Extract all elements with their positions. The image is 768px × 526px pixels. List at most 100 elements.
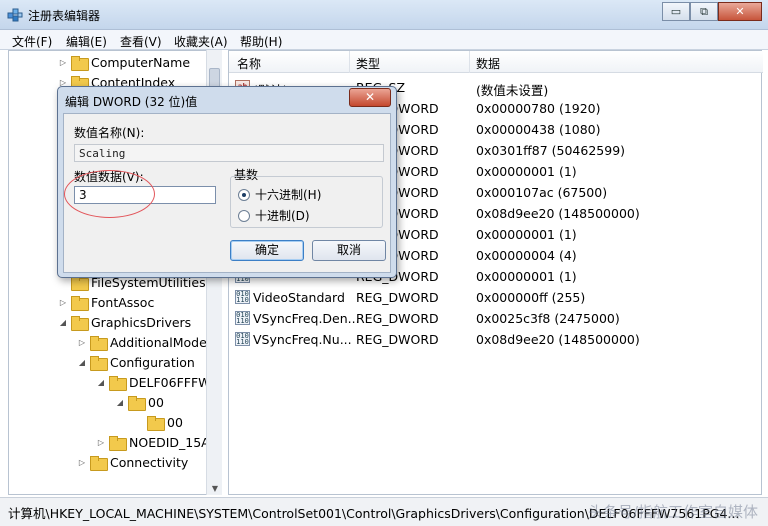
value-type: REG_DWORD bbox=[356, 290, 439, 305]
folder-icon bbox=[90, 335, 108, 351]
list-header: 名称 类型 数据 bbox=[229, 51, 763, 73]
value-data: 0x08d9ee20 (148500000) bbox=[476, 206, 640, 221]
tree-item[interactable]: ◢ GraphicsDrivers bbox=[57, 312, 191, 332]
collapsed-arrow-icon[interactable]: ▷ bbox=[76, 338, 88, 347]
radio-unselected-icon[interactable] bbox=[238, 209, 250, 222]
collapsed-arrow-icon[interactable]: ▷ bbox=[95, 438, 107, 447]
radio-decimal[interactable]: 十进制(D) bbox=[238, 207, 310, 224]
tree-item-label: GraphicsDrivers bbox=[91, 314, 192, 330]
regedit-icon bbox=[7, 8, 23, 22]
folder-icon bbox=[90, 455, 108, 471]
collapsed-arrow-icon[interactable]: ▷ bbox=[57, 58, 69, 67]
value-name: VSyncFreq.Den... bbox=[253, 311, 360, 326]
close-button[interactable]: ✕ bbox=[718, 2, 762, 21]
highlight-circle bbox=[64, 170, 155, 218]
tree-item-label: 00 bbox=[148, 394, 164, 410]
folder-icon bbox=[71, 295, 89, 311]
binary-value-icon: 010 110 bbox=[235, 332, 250, 346]
tree-item-label: Connectivity bbox=[110, 454, 189, 470]
list-row[interactable]: 010 110 VSyncFreq.Den... REG_DWORD 0x0025c3… bbox=[229, 308, 763, 329]
tree-item[interactable]: ▷ AdditionalMode bbox=[76, 332, 207, 352]
dialog-title: 编辑 DWORD (32 位)值 bbox=[65, 95, 198, 109]
restore-icon: ⧉ bbox=[700, 4, 708, 18]
ok-button[interactable]: 确定 bbox=[230, 240, 304, 261]
value-name: VideoStandard bbox=[253, 290, 345, 305]
collapsed-arrow-icon[interactable]: ▷ bbox=[57, 298, 69, 307]
menu-bar: 文件(F) 编辑(E) 查看(V) 收藏夹(A) 帮助(H) bbox=[0, 30, 768, 50]
value-data: (数值未设置) bbox=[476, 83, 549, 98]
folder-icon bbox=[147, 415, 165, 431]
tree-item[interactable]: ◢ 00 bbox=[114, 392, 164, 412]
title-bar: 注册表编辑器 ▭ ⧉ ✕ bbox=[0, 0, 768, 30]
window-controls: ▭ ⧉ ✕ bbox=[662, 2, 762, 22]
column-data[interactable]: 数据 bbox=[476, 55, 500, 72]
tree-item[interactable]: 00 bbox=[133, 412, 183, 432]
tree-item[interactable]: ▷ ComputerName bbox=[57, 52, 190, 72]
value-name: VSyncFreq.Nu... bbox=[253, 332, 352, 347]
expanded-arrow-icon[interactable]: ◢ bbox=[57, 318, 69, 327]
tree-item-label: AdditionalMode bbox=[110, 334, 207, 350]
folder-icon bbox=[90, 355, 108, 371]
value-data: 0x000107ac (67500) bbox=[476, 185, 608, 200]
collapsed-arrow-icon[interactable]: ▷ bbox=[76, 458, 88, 467]
expanded-arrow-icon[interactable]: ◢ bbox=[95, 378, 107, 387]
tree-item-label: FontAssoc bbox=[91, 294, 155, 310]
tree-item[interactable]: ▷ Connectivity bbox=[76, 452, 188, 472]
minimize-button[interactable]: ▭ bbox=[662, 2, 690, 21]
expanded-arrow-icon[interactable]: ◢ bbox=[76, 358, 88, 367]
value-data: 0x00000438 (1080) bbox=[476, 122, 601, 137]
dialog-close-button[interactable]: ✕ bbox=[349, 88, 391, 107]
tree-item[interactable]: ▷ FontAssoc bbox=[57, 292, 154, 312]
column-name[interactable]: 名称 bbox=[237, 55, 261, 72]
column-type[interactable]: 类型 bbox=[356, 55, 380, 72]
menu-view[interactable]: 查看(V) bbox=[120, 33, 162, 50]
maximize-button[interactable]: ⧉ bbox=[690, 2, 718, 21]
menu-favorites[interactable]: 收藏夹(A) bbox=[174, 33, 228, 50]
close-icon: ✕ bbox=[364, 90, 376, 104]
value-data: 0x00000001 (1) bbox=[476, 227, 577, 242]
value-name-field: Scaling bbox=[74, 144, 384, 162]
binary-value-icon: 010 110 bbox=[235, 290, 250, 304]
value-type: REG_DWORD bbox=[356, 332, 439, 347]
menu-file[interactable]: 文件(F) bbox=[12, 33, 52, 50]
radio-selected-icon[interactable] bbox=[238, 188, 250, 201]
tree-item[interactable]: ▷ NOEDID_15A bbox=[95, 432, 210, 452]
value-data: 0x00000001 (1) bbox=[476, 164, 577, 179]
tree-item-label: NOEDID_15A bbox=[129, 434, 210, 450]
minimize-icon: ▭ bbox=[670, 5, 682, 18]
expanded-arrow-icon[interactable]: ◢ bbox=[114, 398, 126, 407]
window-title: 注册表编辑器 bbox=[28, 9, 101, 23]
binary-value-icon: 010 110 bbox=[235, 311, 250, 325]
value-data: 0x0301ff87 (50462599) bbox=[476, 143, 626, 158]
close-icon: ✕ bbox=[735, 5, 745, 18]
folder-icon bbox=[71, 55, 89, 71]
tree-item[interactable]: ◢ Configuration bbox=[76, 352, 195, 372]
tree-item-label: Configuration bbox=[110, 354, 195, 370]
menu-help[interactable]: 帮助(H) bbox=[240, 33, 282, 50]
folder-icon bbox=[109, 435, 127, 451]
scroll-down-icon[interactable]: ▼ bbox=[207, 484, 223, 493]
folder-icon bbox=[71, 315, 89, 331]
folder-icon bbox=[109, 375, 127, 391]
radio-hex[interactable]: 十六进制(H) bbox=[238, 186, 321, 203]
status-bar: 计算机\HKEY_LOCAL_MACHINE\SYSTEM\ControlSet… bbox=[0, 497, 768, 526]
value-data: 0x00000780 (1920) bbox=[476, 101, 601, 116]
list-row[interactable]: 010 110 VSyncFreq.Nu... REG_DWORD 0x08d9ee2… bbox=[229, 329, 763, 350]
folder-icon bbox=[128, 395, 146, 411]
tree-item-label: 00 bbox=[167, 414, 183, 430]
list-row[interactable]: 010 110 VideoStandard REG_DWORD 0x000000ff … bbox=[229, 287, 763, 308]
cancel-button[interactable]: 取消 bbox=[312, 240, 386, 261]
tree-item[interactable]: ◢ DELF06FFFW bbox=[95, 372, 211, 392]
value-type: REG_DWORD bbox=[356, 311, 439, 326]
radio-hex-label: 十六进制(H) bbox=[255, 188, 322, 202]
value-name-label: 数值名称(N): bbox=[74, 126, 145, 140]
tree-item-label: ComputerName bbox=[91, 54, 191, 70]
value-data: 0x00000001 (1) bbox=[476, 269, 577, 284]
value-data: 0x00000004 (4) bbox=[476, 248, 577, 263]
edit-dword-dialog: 编辑 DWORD (32 位)值 ✕ 数值名称(N): Scaling 数值数据… bbox=[57, 86, 397, 278]
value-data: 0x000000ff (255) bbox=[476, 290, 586, 305]
tree-item-label: DELF06FFFW bbox=[129, 374, 211, 390]
menu-edit[interactable]: 编辑(E) bbox=[66, 33, 107, 50]
value-data: 0x08d9ee20 (148500000) bbox=[476, 332, 640, 347]
value-data: 0x0025c3f8 (2475000) bbox=[476, 311, 620, 326]
